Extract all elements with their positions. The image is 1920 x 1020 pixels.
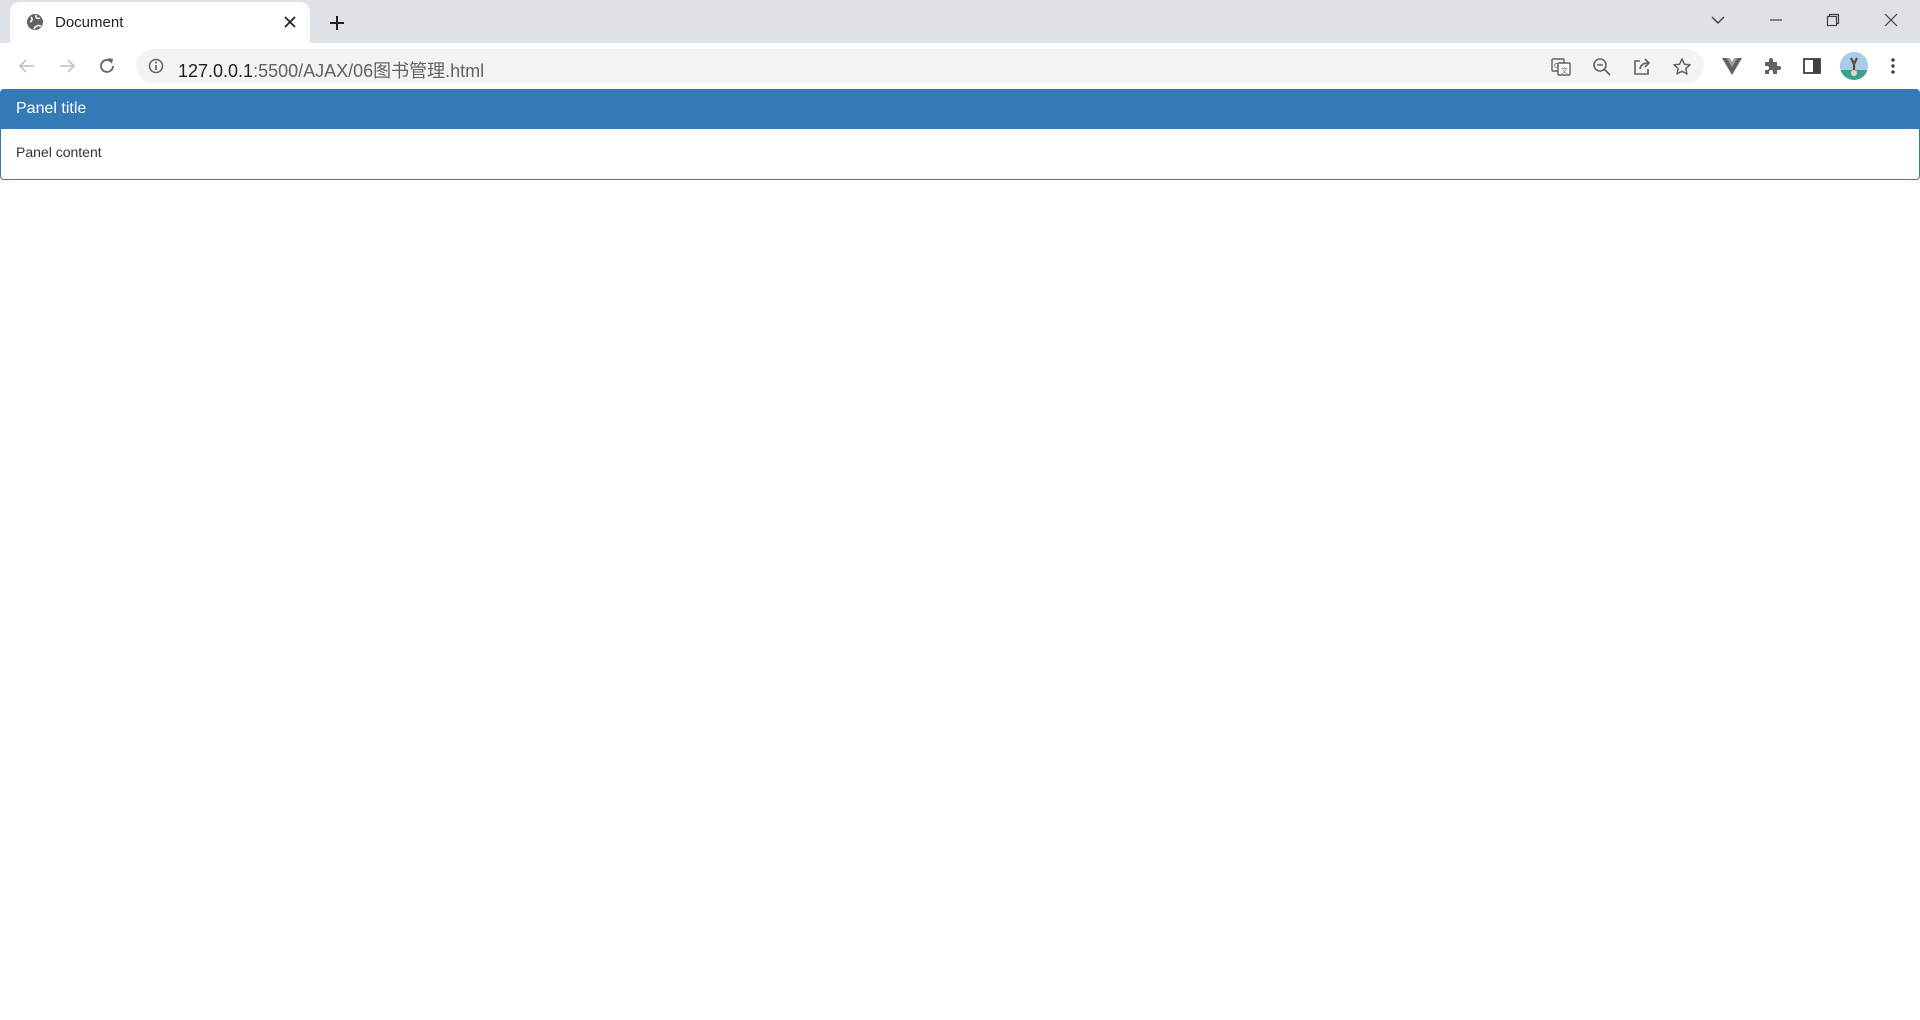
close-icon[interactable] xyxy=(280,12,300,32)
puzzle-icon[interactable] xyxy=(1759,53,1785,79)
browser-toolbar: 127.0.0.1:5500/AJAX/06图书管理.html G 文 xyxy=(0,43,1920,89)
browser-tab[interactable]: Document xyxy=(10,2,310,43)
panel-heading: Panel title xyxy=(1,90,1919,129)
kebab-menu-icon[interactable] xyxy=(1880,53,1906,79)
tab-title: Document xyxy=(55,14,124,31)
address-url[interactable]: 127.0.0.1:5500/AJAX/06图书管理.html xyxy=(178,57,484,83)
info-icon[interactable] xyxy=(148,58,164,74)
reload-icon[interactable] xyxy=(92,51,122,81)
new-tab-button[interactable] xyxy=(324,10,350,36)
chevron-down-icon[interactable] xyxy=(1698,6,1738,34)
tab-strip: Document xyxy=(0,0,1920,43)
vue-icon[interactable] xyxy=(1719,53,1745,79)
star-icon[interactable] xyxy=(1671,56,1693,78)
panel-title: Panel title xyxy=(16,100,87,117)
side-panel-icon[interactable] xyxy=(1799,53,1825,79)
minimize-icon[interactable] xyxy=(1756,6,1796,34)
panel-body: Panel content xyxy=(1,129,1919,175)
share-icon[interactable] xyxy=(1631,56,1653,78)
address-bar[interactable]: 127.0.0.1:5500/AJAX/06图书管理.html G 文 xyxy=(136,49,1704,83)
panel: Panel title Panel content xyxy=(0,89,1920,180)
translate-icon[interactable]: G 文 xyxy=(1550,56,1572,78)
arrow-right-icon[interactable] xyxy=(52,51,82,81)
url-path: :5500/AJAX/06图书管理.html xyxy=(253,61,485,81)
plus-icon xyxy=(330,16,344,30)
url-host: 127.0.0.1 xyxy=(178,61,254,81)
avatar[interactable] xyxy=(1840,52,1868,80)
close-window-icon[interactable] xyxy=(1871,6,1911,34)
panel-content: Panel content xyxy=(16,144,102,160)
zoom-out-icon[interactable] xyxy=(1591,56,1613,78)
svg-text:文: 文 xyxy=(1561,66,1568,75)
svg-text:G: G xyxy=(1554,62,1559,70)
globe-icon xyxy=(26,13,44,31)
arrow-left-icon[interactable] xyxy=(12,51,42,81)
restore-icon[interactable] xyxy=(1813,6,1853,34)
